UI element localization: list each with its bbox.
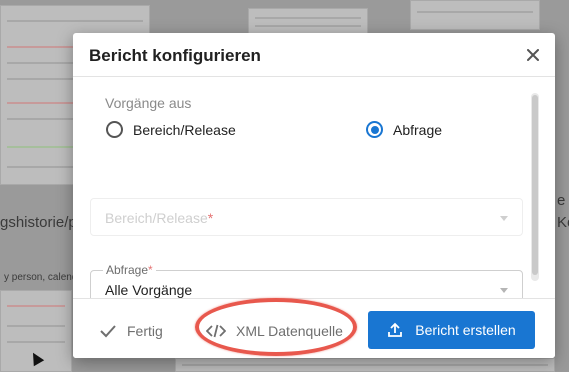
background-heading-left: gshistorie/pc xyxy=(0,214,85,231)
dialog-scrollbar[interactable] xyxy=(531,93,539,281)
chevron-down-icon xyxy=(500,216,508,221)
done-label: Fertig xyxy=(127,323,163,339)
query-value: Alle Vorgänge xyxy=(105,282,193,298)
required-marker: * xyxy=(207,210,214,226)
dialog-footer: Fertig XML Datenquelle Bericht erstellen xyxy=(73,298,555,358)
dialog-header: Bericht konfigurieren xyxy=(73,33,555,77)
area-release-placeholder: Bereich/Release* xyxy=(105,210,213,226)
area-release-placeholder-text: Bereich/Release xyxy=(105,210,208,226)
report-config-dialog: Bericht konfigurieren Vorgänge aus Berei… xyxy=(73,33,555,358)
radio-area-release[interactable]: Bereich/Release xyxy=(106,121,236,138)
scrollbar-thumb[interactable] xyxy=(532,95,538,275)
required-marker: * xyxy=(148,263,153,277)
section-label-source: Vorgänge aus xyxy=(105,95,192,111)
radio-query[interactable]: Abfrage xyxy=(366,121,442,138)
report-thumbnail-top xyxy=(248,8,368,36)
report-thumbnail-bottom xyxy=(175,358,555,372)
radio-label-area-release: Bereich/Release xyxy=(133,121,236,138)
close-button[interactable] xyxy=(521,43,545,67)
done-button[interactable]: Fertig xyxy=(99,314,163,348)
report-thumbnail-top-right xyxy=(410,0,540,30)
close-icon xyxy=(527,49,539,61)
radio-icon-checked xyxy=(366,121,383,138)
create-report-label: Bericht erstellen xyxy=(415,322,516,338)
background-heading-right-2: Ko xyxy=(557,214,569,231)
xml-datasource-label: XML Datenquelle xyxy=(236,323,343,339)
chevron-down-icon xyxy=(500,288,508,293)
radio-icon-unchecked xyxy=(106,121,123,138)
background-heading-right-1: e n xyxy=(557,192,569,209)
create-report-button[interactable]: Bericht erstellen xyxy=(368,311,535,349)
code-icon xyxy=(206,324,226,338)
upload-icon xyxy=(387,322,403,338)
query-label-text: Abfrage xyxy=(106,263,149,277)
area-release-select[interactable]: Bereich/Release* xyxy=(90,198,523,236)
xml-datasource-button[interactable]: XML Datenquelle xyxy=(206,314,343,348)
radio-label-query: Abfrage xyxy=(393,121,443,138)
dialog-body: Vorgänge aus Bereich/Release Abfrage Ber… xyxy=(73,78,555,298)
checkmark-icon xyxy=(99,324,117,338)
dialog-title: Bericht konfigurieren xyxy=(89,46,261,65)
query-field-label: Abfrage* xyxy=(103,263,156,277)
query-select[interactable]: Abfrage* Alle Vorgänge xyxy=(90,263,523,298)
